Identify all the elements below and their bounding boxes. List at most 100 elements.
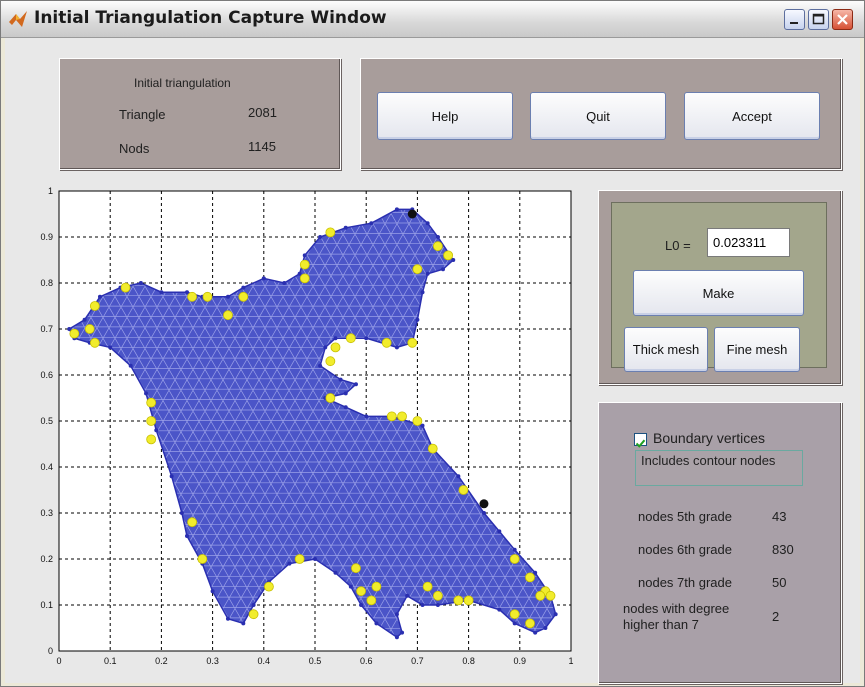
window-title: Initial Triangulation Capture Window — [34, 8, 387, 28]
make-button[interactable]: Make — [633, 270, 804, 316]
boundary-vertex — [302, 253, 307, 258]
boundary-vertex — [364, 414, 369, 419]
minimize-button[interactable] — [784, 9, 805, 30]
boundary-vertex — [323, 345, 328, 350]
x-tick-label: 0.5 — [309, 656, 322, 666]
stat-value-higher: 2 — [772, 609, 780, 624]
boundary-vertex — [67, 327, 72, 331]
degree5-node — [345, 333, 356, 344]
boundary-vertices-checkbox[interactable] — [634, 433, 647, 448]
boundary-vertex — [415, 317, 420, 322]
stat-value-5th: 43 — [772, 509, 787, 524]
boundary-vertex — [435, 235, 440, 239]
boundary-vertex — [185, 290, 189, 295]
maximize-icon — [812, 13, 825, 25]
boundary-vertex — [353, 382, 358, 387]
degree5-node — [412, 264, 423, 275]
boundary-vertex — [359, 603, 364, 607]
degree5-node — [248, 609, 259, 620]
boundary-vertex — [138, 281, 143, 285]
minimize-icon — [790, 22, 798, 24]
boundary-vertex — [318, 363, 323, 368]
boundary-vertex — [481, 511, 486, 515]
x-tick-label: 0.3 — [206, 656, 219, 666]
boundary-vertex — [179, 511, 184, 515]
x-tick-label: 0.4 — [258, 656, 271, 666]
l0-input[interactable] — [707, 228, 790, 257]
boundary-vertex — [420, 423, 425, 428]
close-icon — [837, 14, 848, 25]
high-degree-node — [479, 499, 489, 509]
x-tick-label: 0.8 — [462, 656, 475, 666]
boundary-vertex — [420, 290, 425, 295]
boundary-vertex — [512, 547, 517, 552]
degree5-node — [427, 443, 438, 454]
boundary-vertex — [333, 336, 338, 341]
maximize-button[interactable] — [808, 9, 829, 30]
boundary-vertex — [343, 391, 348, 396]
fine-mesh-button[interactable]: Fine mesh — [714, 327, 800, 372]
degree5-node — [525, 618, 535, 629]
stat-label-5th: nodes 5th grade — [638, 509, 732, 524]
degree5-node — [223, 310, 233, 321]
title-bar[interactable]: Initial Triangulation Capture Window — [1, 1, 864, 38]
y-tick-label: 0.9 — [40, 232, 53, 242]
client-area: Initial triangulation Triangle 2081 Nods… — [5, 38, 860, 684]
close-button[interactable] — [832, 9, 853, 30]
degree5-node — [545, 590, 556, 601]
l0-label: L0 = — [665, 238, 691, 253]
degree5-node — [351, 563, 361, 574]
degree5-node — [264, 581, 274, 592]
boundary-vertices-label[interactable]: Boundary vertices — [653, 430, 765, 446]
boundary-vertex — [287, 561, 292, 566]
boundary-vertex — [512, 621, 517, 626]
thick-mesh-button[interactable]: Thick mesh — [624, 327, 708, 372]
boundary-vertex — [154, 428, 159, 433]
boundary-vertex — [318, 235, 323, 239]
x-tick-label: 0.1 — [104, 656, 117, 666]
boundary-vertex — [543, 626, 548, 630]
y-tick-label: 0.3 — [40, 508, 53, 518]
boundary-vertex — [425, 271, 430, 276]
degree5-node — [238, 291, 249, 302]
x-tick-label: 0.6 — [360, 656, 373, 666]
contour-nodes-field: Includes contour nodes — [635, 450, 803, 486]
boundary-vertex — [343, 225, 348, 230]
degree5-node — [325, 227, 336, 238]
boundary-vertex — [210, 589, 215, 594]
degree5-node — [407, 337, 418, 348]
degree5-node — [412, 416, 423, 426]
triangulation-plot[interactable]: 0 0.1 0.2 0.3 0.4 0.5 0.6 0.7 0.8 0.9 1 0 0.1 0.2 0.3 0… — [5, 38, 595, 683]
y-tick-label: 0.4 — [40, 462, 53, 472]
degree5-node — [146, 397, 157, 408]
x-tick-label: 1 — [568, 656, 573, 666]
boundary-vertex — [435, 603, 440, 607]
boundary-vertex — [108, 345, 113, 350]
boundary-vertex — [441, 267, 445, 272]
boundary-vertex — [394, 635, 399, 640]
boundary-vertex — [128, 363, 133, 368]
degree5-node — [432, 241, 443, 252]
boundary-vertex — [144, 391, 149, 396]
accept-button[interactable]: Accept — [684, 92, 820, 140]
degree5-node — [146, 416, 157, 426]
boundary-vertex — [333, 570, 338, 575]
boundary-vertex — [394, 345, 399, 350]
degree5-node — [525, 572, 535, 583]
y-tick-label: 0.5 — [40, 416, 53, 426]
degree5-node — [294, 554, 305, 564]
boundary-vertex — [533, 630, 538, 635]
boundary-vertex — [553, 612, 558, 617]
boundary-vertex — [261, 276, 266, 281]
boundary-vertex — [497, 607, 502, 612]
degree5-node — [187, 517, 198, 528]
degree5-node — [146, 434, 157, 445]
matlab-logo-icon — [9, 11, 27, 27]
degree5-node — [509, 609, 520, 620]
degree5-node — [386, 411, 397, 422]
boundary-vertex — [394, 207, 399, 212]
degree5-node — [120, 282, 131, 293]
mesh-subpanel: L0 = Make Thick mesh Fine mesh — [611, 202, 827, 372]
degree5-node — [509, 554, 520, 564]
degree5-node — [187, 291, 198, 302]
